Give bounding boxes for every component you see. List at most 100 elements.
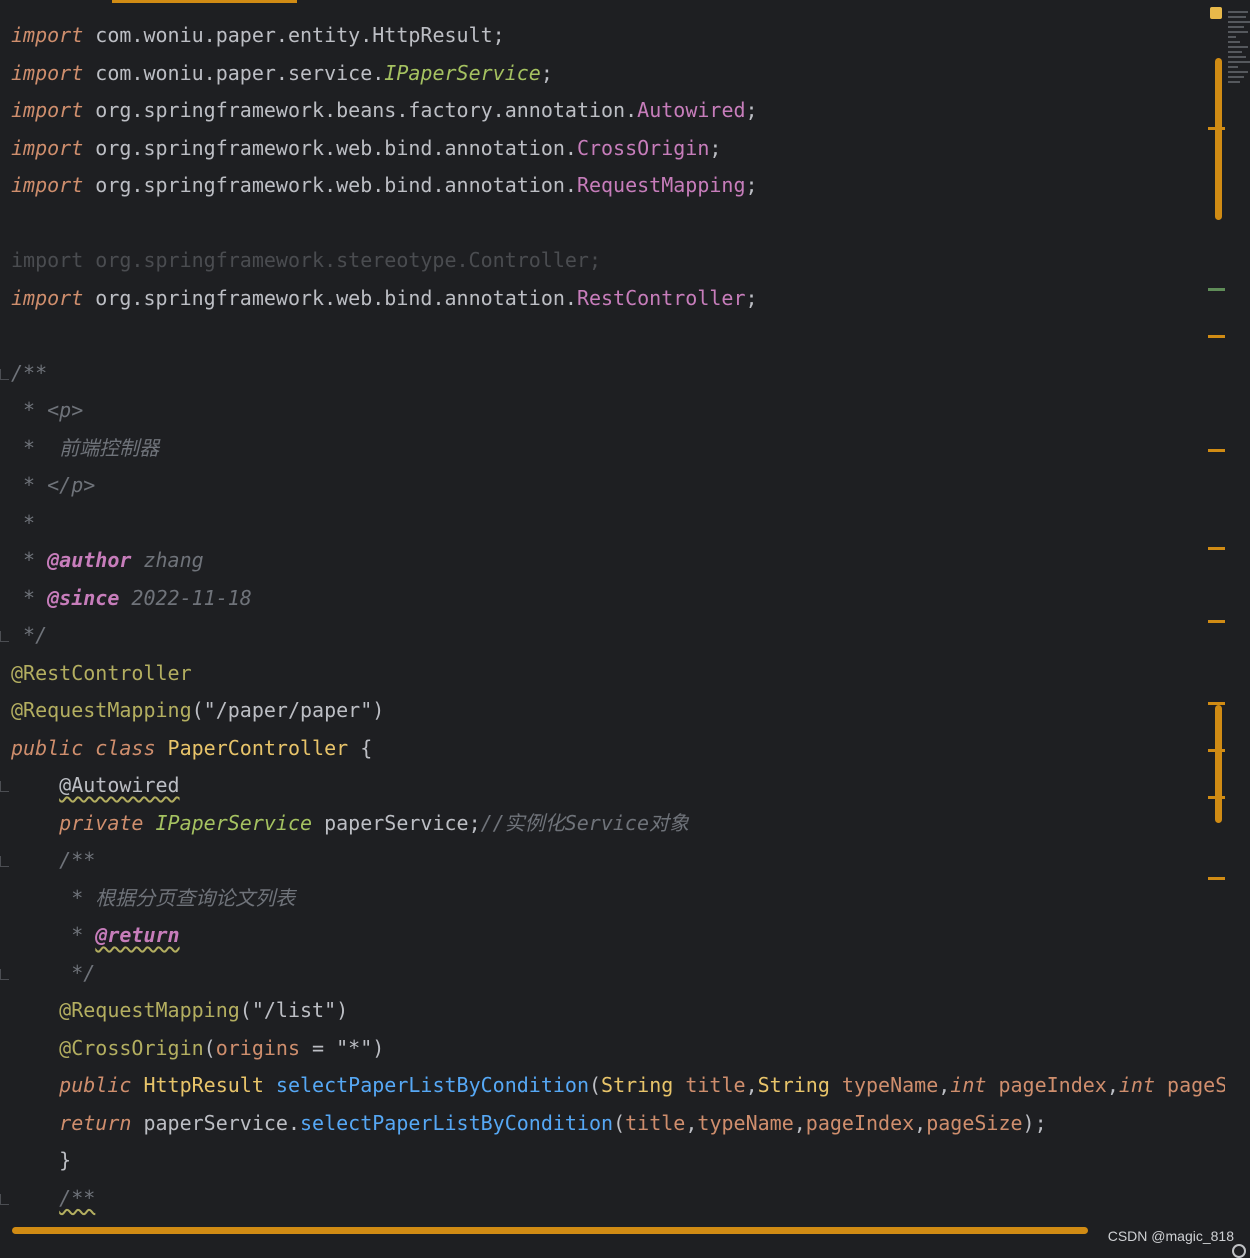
error-stripe-marker[interactable]	[1208, 449, 1225, 452]
error-stripe-marker[interactable]	[1208, 288, 1225, 291]
code-token: {	[360, 735, 373, 760]
code-token: ;	[745, 98, 758, 122]
code-token: IPaperService	[155, 810, 325, 835]
code-token: * 前端控制器	[11, 435, 160, 460]
code-line[interactable]: */	[11, 955, 95, 993]
code-token: import	[11, 173, 96, 197]
code-editor[interactable]: import com.woniu.paper.entity.HttpResult…	[0, 0, 1250, 1258]
code-line[interactable]: */	[11, 617, 47, 655]
code-token: int	[950, 1073, 999, 1097]
code-line[interactable]: * @since 2022-11-18	[11, 580, 252, 618]
horizontal-scrollbar-thumb[interactable]	[12, 1227, 1088, 1234]
code-line[interactable]: * @return	[11, 917, 180, 955]
code-line[interactable]: * 根据分页查询论文列表	[11, 880, 295, 918]
code-token: (	[613, 1110, 626, 1135]
minimap[interactable]	[1228, 8, 1250, 148]
code-token: ("/paper/paper")	[191, 698, 385, 722]
code-token: selectPaperListByCondition	[275, 1073, 589, 1097]
code-line[interactable]: public class PaperController {	[11, 730, 372, 768]
code-token: private	[59, 810, 156, 835]
code-line[interactable]: * <p>	[11, 392, 83, 430]
code-line[interactable]: import org.springframework.web.bind.anno…	[11, 130, 721, 168]
code-token: /**	[11, 360, 48, 385]
code-line[interactable]: public HttpResult selectPaperListByCondi…	[11, 1067, 1225, 1105]
code-line[interactable]: @RequestMapping("/list")	[11, 992, 348, 1030]
code-token: (	[203, 1035, 216, 1060]
code-line[interactable]: import org.springframework.stereotype.Co…	[11, 242, 601, 280]
code-token: = "*")	[300, 1035, 385, 1060]
code-token: * 根据分页查询论文列表	[11, 885, 296, 910]
code-line[interactable]: @RequestMapping("/paper/paper")	[11, 692, 384, 730]
code-token: ,	[914, 1110, 927, 1135]
code-token: @author	[47, 548, 132, 572]
error-stripe-marker[interactable]	[1208, 749, 1225, 752]
code-token: /**	[11, 848, 96, 872]
fold-marker-icon[interactable]	[0, 631, 9, 642]
error-stripe-marker[interactable]	[1208, 877, 1225, 880]
code-token: origins	[215, 1035, 301, 1060]
error-stripe-marker[interactable]	[1208, 127, 1225, 130]
warning-indicator-icon[interactable]	[1210, 7, 1222, 19]
gear-icon[interactable]	[1232, 1244, 1246, 1258]
code-token: IPaperService	[384, 60, 541, 85]
code-token: CrossOrigin	[576, 135, 710, 160]
code-token: *	[11, 585, 48, 610]
code-token: Autowired	[637, 98, 746, 122]
error-stripe-marker[interactable]	[1208, 796, 1225, 799]
code-token: import org.springframework.stereotype.Co…	[11, 248, 602, 272]
code-line[interactable]: * </p>	[11, 467, 95, 505]
code-line[interactable]: return paperService.selectPaperListByCon…	[11, 1105, 1046, 1143]
code-token: import	[11, 23, 96, 47]
error-stripe-marker[interactable]	[1208, 547, 1225, 550]
code-token: public	[11, 735, 96, 760]
code-token: com.woniu.paper.entity.HttpResult;	[95, 23, 505, 47]
fold-marker-icon[interactable]	[0, 1193, 9, 1205]
code-token: paperService.	[143, 1110, 301, 1135]
code-line[interactable]: /**	[11, 355, 47, 393]
code-token: (	[589, 1073, 602, 1097]
code-token: @RequestMapping	[59, 998, 240, 1022]
code-line[interactable]: import org.springframework.beans.factory…	[11, 92, 758, 130]
code-token: pageS	[1167, 1073, 1225, 1097]
code-line[interactable]: import com.woniu.paper.entity.HttpResult…	[11, 17, 505, 55]
code-token: String	[601, 1073, 686, 1097]
code-token: org.springframework.web.bind.annotation.	[95, 285, 577, 310]
code-line[interactable]: @RestController	[11, 655, 192, 693]
code-token: @since	[47, 585, 120, 610]
code-line[interactable]: }	[11, 1142, 71, 1180]
vertical-scrollbar-thumb[interactable]	[1215, 58, 1222, 220]
code-line[interactable]: /**	[11, 1180, 95, 1218]
code-token: import	[11, 285, 96, 310]
code-line[interactable]: @CrossOrigin(origins = "*")	[11, 1030, 384, 1068]
error-stripe-marker[interactable]	[1208, 620, 1225, 623]
code-token: com.woniu.paper.service.	[95, 60, 385, 85]
code-area[interactable]: import com.woniu.paper.entity.HttpResult…	[0, 17, 1225, 1227]
code-token: //实例化Service对象	[480, 810, 689, 835]
code-token: import	[11, 135, 96, 160]
error-stripe-marker[interactable]	[1208, 335, 1225, 338]
code-token: @return	[95, 923, 180, 947]
code-token: * <p>	[11, 398, 84, 422]
code-line[interactable]: @Autowired	[11, 767, 179, 805]
code-line[interactable]: /**	[11, 842, 95, 880]
code-line[interactable]: import org.springframework.web.bind.anno…	[11, 167, 758, 205]
fold-marker-icon[interactable]	[0, 856, 9, 867]
code-line[interactable]: * 前端控制器	[11, 430, 159, 468]
code-token: *	[11, 510, 36, 535]
code-token: /**	[59, 1185, 96, 1210]
fold-marker-icon[interactable]	[0, 968, 9, 980]
code-line[interactable]: * @author zhang	[11, 542, 204, 580]
fold-marker-icon[interactable]	[0, 781, 9, 792]
code-line[interactable]: *	[11, 505, 35, 543]
code-token: title	[685, 1073, 746, 1097]
code-line[interactable]: import org.springframework.web.bind.anno…	[11, 280, 758, 318]
fold-marker-icon[interactable]	[0, 368, 9, 380]
code-token: pageSize	[926, 1110, 1023, 1135]
code-line[interactable]: private IPaperService paperService;//实例化…	[11, 805, 689, 843]
error-stripe-marker[interactable]	[1208, 702, 1225, 705]
code-line[interactable]: import com.woniu.paper.service.IPaperSer…	[11, 55, 553, 93]
